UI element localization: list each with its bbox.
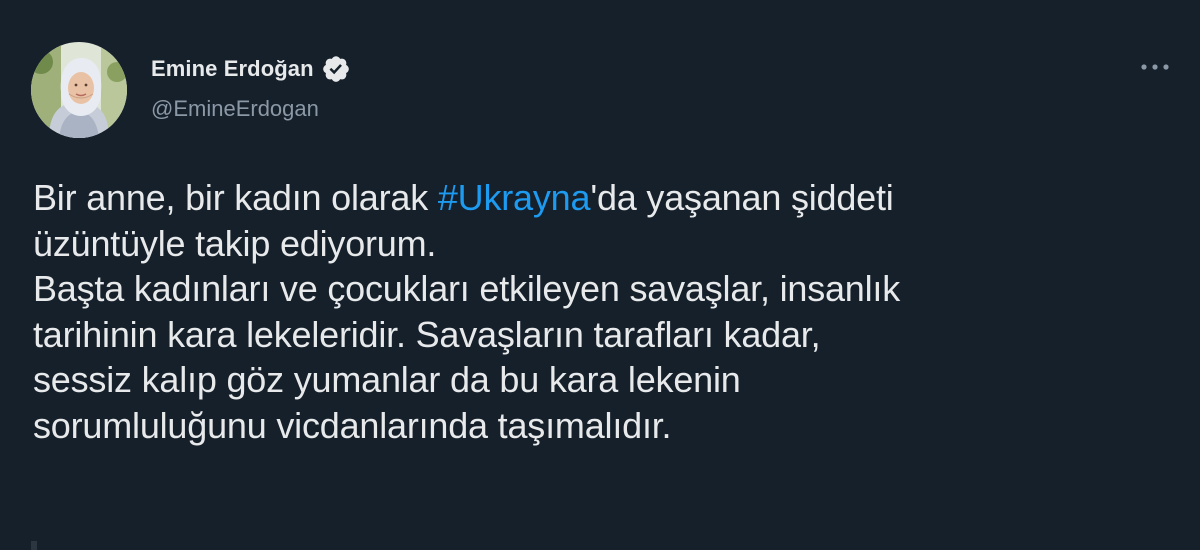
tweet-text-line: sorumluluğunu vicdanlarında taşımalıdır. <box>33 404 672 446</box>
tweet-text-segment: Bir anne, bir kadın olarak <box>33 177 438 218</box>
avatar[interactable] <box>31 42 127 138</box>
tweet-card: Emine Erdoğan @EmineErdogan Bir anne, bi… <box>0 0 1200 550</box>
tweet-text: Bir anne, bir kadın olarak #Ukrayna'da y… <box>33 175 1183 448</box>
hashtag-link[interactable]: #Ukrayna <box>438 177 591 218</box>
cropped-icon-fragment <box>31 541 37 550</box>
avatar-image <box>31 42 127 138</box>
more-horizontal-icon <box>1141 64 1169 70</box>
tweet-text-line: üzüntüyle takip ediyorum. <box>33 222 437 264</box>
verified-badge-icon <box>321 54 351 84</box>
user-name-row: Emine Erdoğan <box>151 55 351 83</box>
tweet-text-line: Başta kadınları ve çocukları etkileyen s… <box>33 268 901 309</box>
tweet-text-line: tarihinin kara lekeleridir. Savaşların t… <box>33 313 821 355</box>
display-name[interactable]: Emine Erdoğan <box>151 56 314 82</box>
more-options-button[interactable] <box>1136 54 1174 80</box>
user-handle[interactable]: @EmineErdogan <box>151 96 319 122</box>
tweet-text-line: sessiz kalıp göz yumanlar da bu kara lek… <box>33 359 741 400</box>
tweet-text-segment: 'da yaşanan şiddeti <box>590 177 894 218</box>
